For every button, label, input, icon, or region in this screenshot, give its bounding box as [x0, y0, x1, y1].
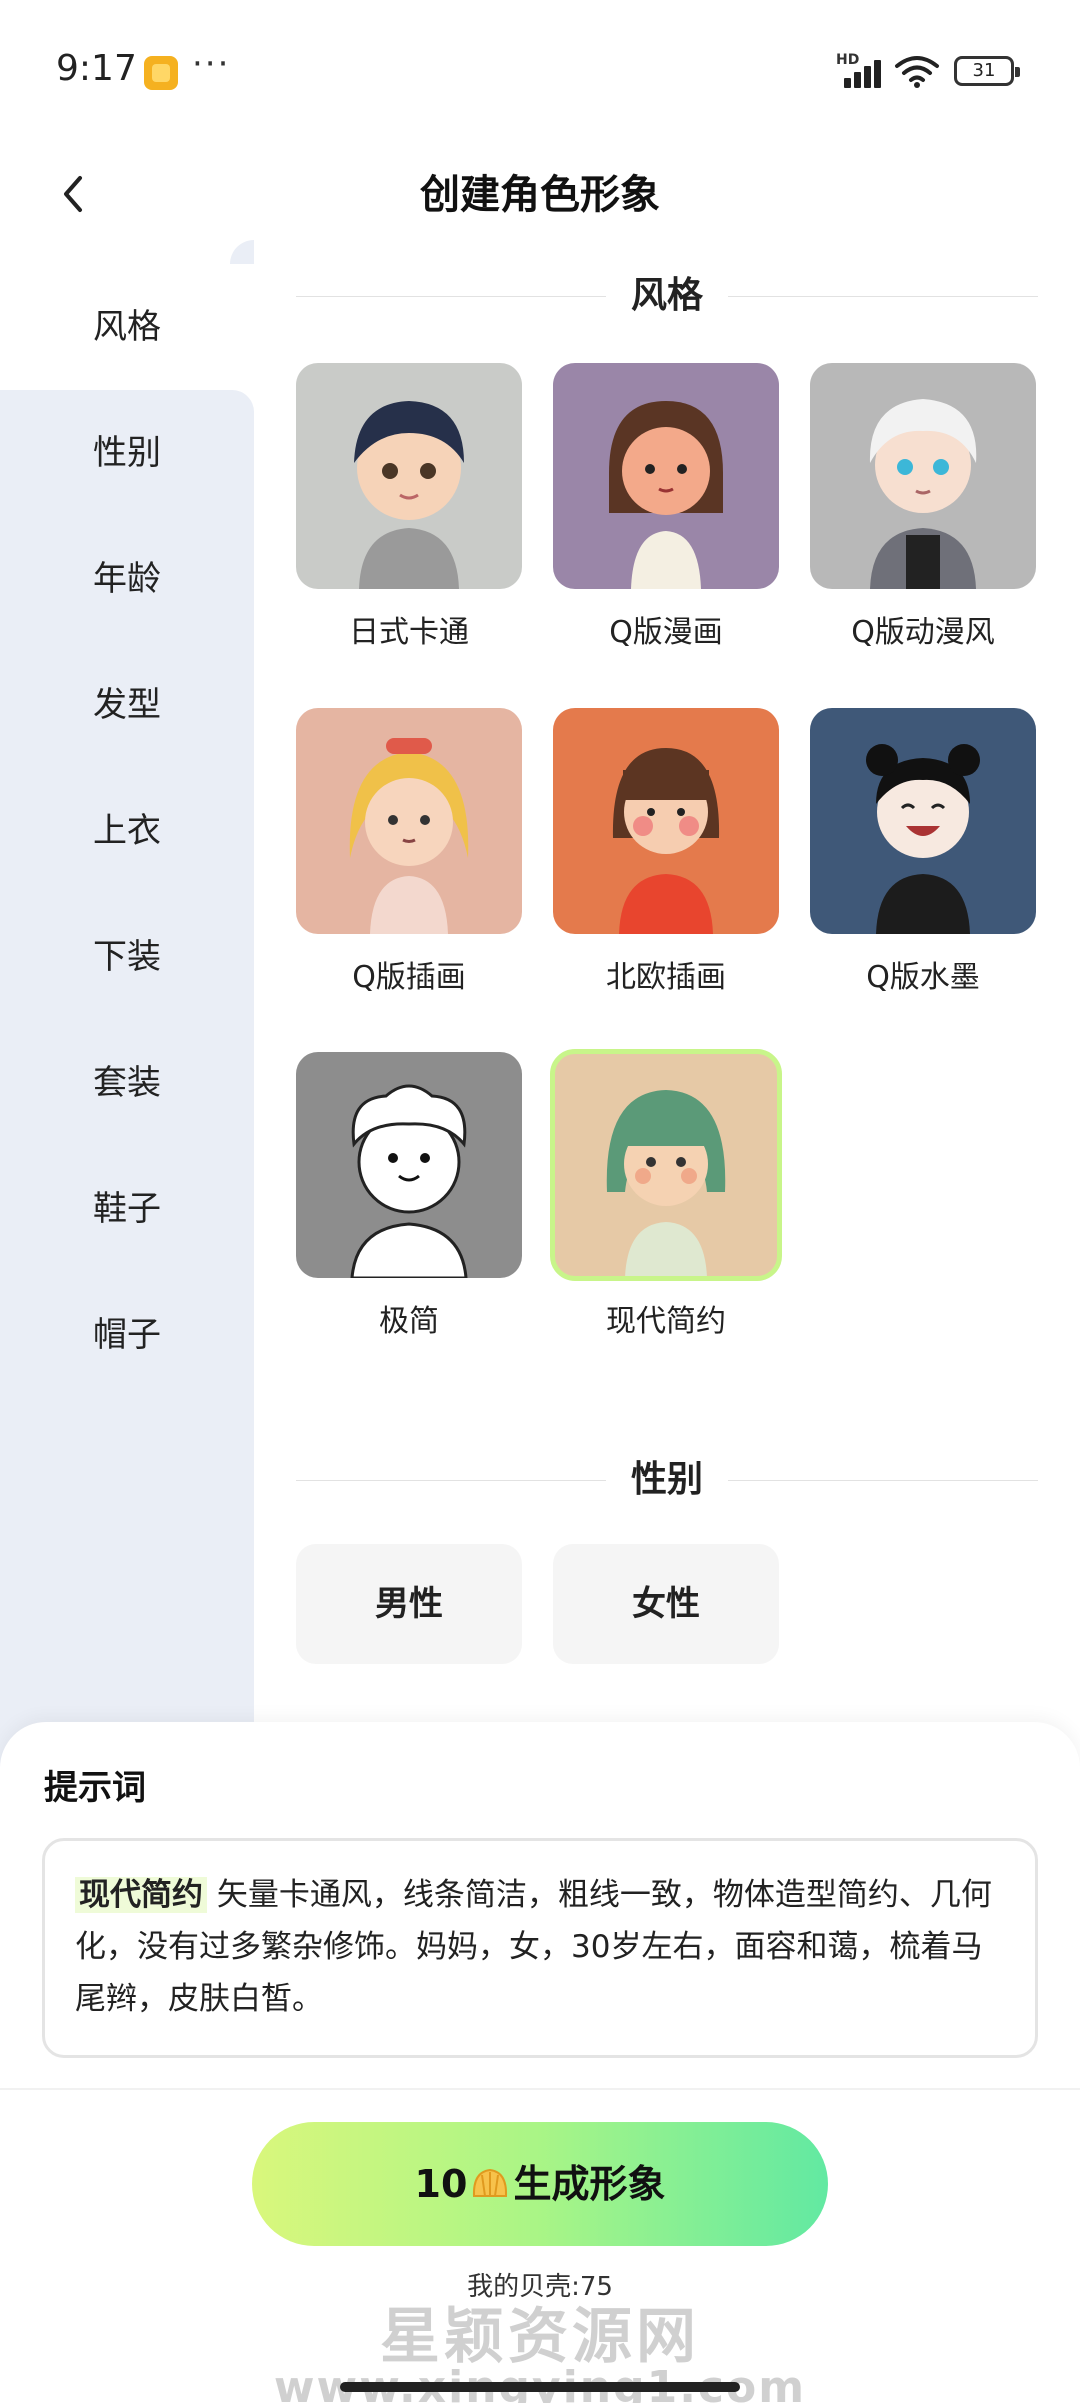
style-option-label: Q版插画 — [352, 960, 466, 995]
sidebar-item-hat[interactable]: 帽子 — [0, 1280, 254, 1390]
style-option-modern-simple[interactable]: 现代简约 — [550, 1049, 782, 1352]
style-option-q-comic[interactable]: Q版漫画 — [553, 363, 779, 663]
prompt-text: 矢量卡通风，线条简洁，粗线一致，物体造型简约、几何化，没有过多繁杂修饰。妈妈，女… — [75, 1877, 992, 2017]
style-thumbnail — [553, 708, 779, 934]
battery-icon: 31 — [954, 56, 1020, 86]
generate-avatar-button[interactable]: 10 生成形象 — [252, 2122, 828, 2246]
sidebar-corner — [230, 240, 254, 264]
sidebar-item-outfit[interactable]: 套装 — [0, 1028, 254, 1138]
style-option-label: Q版水墨 — [866, 960, 980, 995]
gender-section-title: 性别 — [630, 1459, 703, 1500]
style-section-title: 风格 — [630, 275, 703, 316]
shell-icon — [473, 2168, 508, 2197]
style-thumbnail — [553, 363, 779, 589]
style-option-minimal[interactable]: 极简 — [296, 1052, 522, 1352]
sidebar-item-top[interactable]: 上衣 — [0, 776, 254, 886]
notification-app-icon — [144, 56, 178, 90]
sidebar-item-hairstyle[interactable]: 发型 — [0, 650, 254, 760]
status-time: 9:17 — [56, 48, 137, 89]
style-thumbnail — [810, 363, 1036, 589]
status-bar: 9:17 ··· HD 31 — [0, 0, 1080, 140]
wifi-icon — [895, 56, 939, 88]
prompt-style-tag: 现代简约 — [75, 1877, 207, 1913]
sheet-divider — [0, 2088, 1080, 2090]
more-notifications-icon: ··· — [192, 44, 231, 84]
style-option-q-anime[interactable]: Q版动漫风 — [810, 363, 1036, 663]
sidebar-item-gender[interactable]: 性别 — [0, 398, 254, 508]
home-indicator[interactable] — [340, 2382, 740, 2392]
sidebar-item-age[interactable]: 年龄 — [0, 524, 254, 634]
style-thumbnail — [810, 708, 1036, 934]
style-option-label: Q版动漫风 — [851, 615, 995, 650]
style-thumbnail — [296, 363, 522, 589]
sidebar-item-shoes[interactable]: 鞋子 — [0, 1154, 254, 1264]
prompt-text-box[interactable]: 现代简约 矢量卡通风，线条简洁，粗线一致，物体造型简约、几何化，没有过多繁杂修饰… — [42, 1838, 1038, 2058]
signal-icon — [838, 58, 884, 88]
gender-option-female[interactable]: 女性 — [553, 1544, 779, 1664]
generate-label: 生成形象 — [513, 2162, 666, 2206]
style-thumbnail — [296, 1052, 522, 1278]
generate-cost: 10 — [414, 2162, 468, 2206]
style-option-label: Q版漫画 — [609, 615, 723, 650]
page-title: 创建角色形象 — [420, 172, 660, 218]
category-sidebar: 风格 性别 年龄 发型 上衣 下装 套装 鞋子 帽子 — [0, 240, 254, 1790]
style-thumbnail-selected — [550, 1049, 782, 1281]
sidebar-item-style[interactable]: 风格 — [0, 272, 254, 382]
style-option-japanese-cartoon[interactable]: 日式卡通 — [296, 363, 522, 663]
gender-section-header: 性别 — [296, 1450, 1038, 1510]
style-option-label: 极简 — [379, 1304, 439, 1339]
style-thumbnail — [296, 708, 522, 934]
sidebar-item-bottom[interactable]: 下装 — [0, 902, 254, 1012]
style-option-nordic-illustration[interactable]: 北欧插画 — [553, 708, 779, 1008]
style-option-q-ink-wash[interactable]: Q版水墨 — [810, 708, 1036, 1008]
style-option-q-illustration[interactable]: Q版插画 — [296, 708, 522, 1008]
prompt-title: 提示词 — [44, 1768, 146, 1808]
style-option-label: 日式卡通 — [349, 615, 469, 650]
gender-option-male[interactable]: 男性 — [296, 1544, 522, 1664]
style-option-label: 北欧插画 — [606, 960, 726, 995]
style-section-header: 风格 — [296, 266, 1038, 326]
prompt-bottom-sheet: 提示词 现代简约 矢量卡通风，线条简洁，粗线一致，物体造型简约、几何化，没有过多… — [0, 1722, 1080, 2403]
style-option-label: 现代简约 — [606, 1304, 726, 1339]
